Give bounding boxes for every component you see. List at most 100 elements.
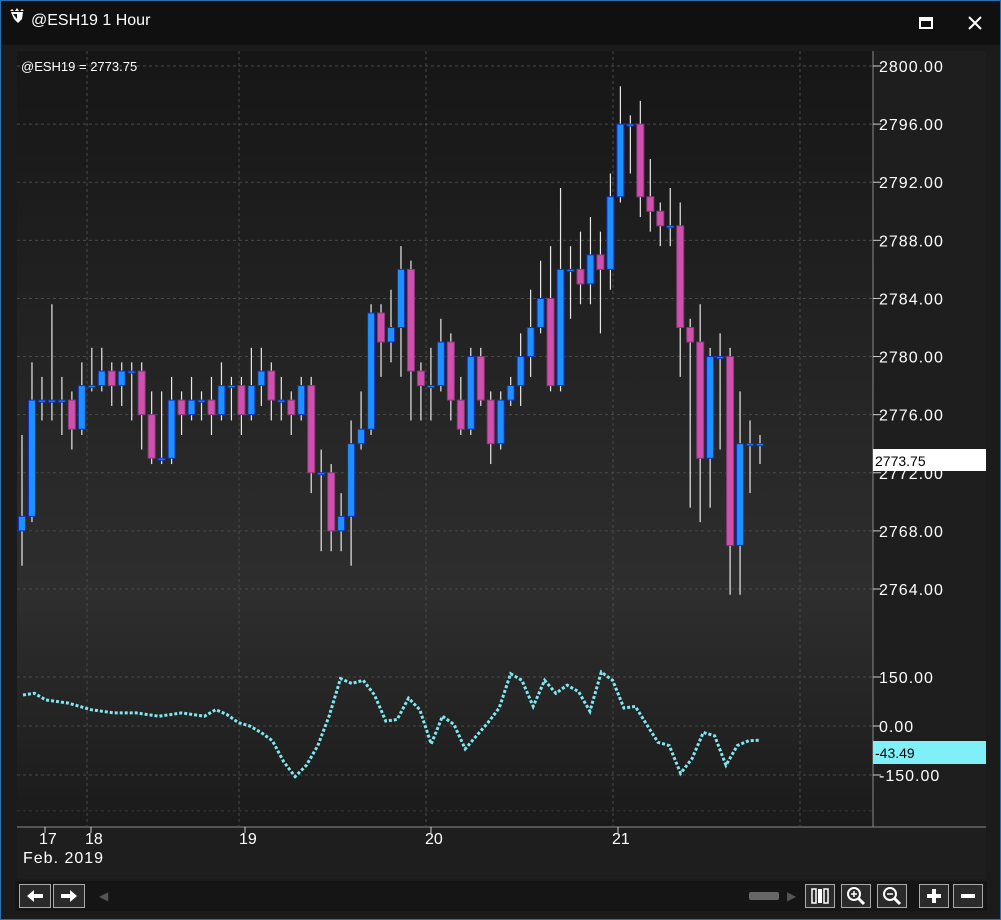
candle-body-down bbox=[546, 297, 555, 387]
candle-body-up bbox=[526, 327, 535, 358]
candle-body-down bbox=[406, 268, 415, 372]
candle-body-up bbox=[57, 399, 66, 403]
candle bbox=[496, 391, 505, 450]
fit-bars-icon bbox=[811, 888, 829, 904]
candle-body-up bbox=[736, 443, 745, 546]
title-bar[interactable]: @ESH19 1 Hour bbox=[1, 1, 1000, 45]
candle-body-up bbox=[27, 399, 36, 517]
candle-body-down bbox=[327, 472, 336, 532]
candle-body-up bbox=[536, 297, 545, 328]
candle-body-up bbox=[297, 385, 306, 416]
minus-icon bbox=[961, 894, 975, 898]
indicator-tick-label: 0.00 bbox=[879, 719, 914, 736]
candle-body-up bbox=[187, 399, 196, 416]
zoom-in-button[interactable] bbox=[841, 884, 871, 908]
candle-body-up bbox=[616, 123, 625, 198]
arrow-left-icon bbox=[27, 890, 43, 902]
candle-body-up bbox=[367, 312, 376, 430]
x-sublabel: Feb. 2019 bbox=[23, 850, 104, 867]
candle-body-down bbox=[646, 196, 655, 212]
last-price-value: 2773.75 bbox=[875, 453, 926, 469]
candle-body-down bbox=[676, 225, 685, 328]
y-tick-label: 2792.00 bbox=[879, 175, 944, 192]
candle-body-down bbox=[456, 399, 465, 430]
chart-area[interactable]: 2800.00 2796.00 2792.00 2788.00 2784.00 2780.… bbox=[17, 51, 986, 879]
candle-body-up bbox=[606, 196, 615, 270]
y-tick-label: 2788.00 bbox=[879, 233, 944, 250]
chart-canvas[interactable]: 2800.00 2796.00 2792.00 2788.00 2784.00 2780.… bbox=[17, 51, 986, 879]
candle-body-down bbox=[476, 356, 485, 401]
candle-body-up bbox=[347, 443, 356, 517]
candle-body-down bbox=[377, 312, 386, 343]
candle-body-up bbox=[556, 268, 565, 387]
candle-body-down bbox=[267, 370, 276, 401]
scrollbar-thumb[interactable] bbox=[749, 892, 779, 900]
scroll-left-arrow-icon[interactable]: ◀ bbox=[99, 889, 108, 903]
scroll-back-button[interactable] bbox=[19, 884, 51, 908]
candle-body-down bbox=[686, 327, 695, 343]
x-tick-label: 20 bbox=[425, 831, 443, 848]
candle-body-down bbox=[656, 210, 665, 227]
candle-body-up bbox=[18, 515, 26, 532]
candle-body-down bbox=[726, 356, 735, 546]
zoom-out-button[interactable] bbox=[877, 884, 907, 908]
candle-body-up bbox=[37, 399, 46, 403]
scroll-forward-button[interactable] bbox=[53, 884, 85, 908]
candle-body-down bbox=[137, 370, 146, 416]
candle-body-up bbox=[127, 370, 136, 374]
candle-body-up bbox=[586, 254, 595, 285]
candle bbox=[466, 347, 475, 436]
chart-window: @ESH19 1 Hour 2800.00 2796.00 2792.00 27… bbox=[0, 0, 1001, 920]
axis-background bbox=[873, 51, 986, 827]
y-tick-label: 2784.00 bbox=[879, 291, 944, 308]
indicator-value-marker: -43.49 bbox=[873, 741, 986, 764]
candle-body-up bbox=[716, 356, 725, 360]
add-bars-button[interactable] bbox=[919, 884, 949, 908]
close-icon bbox=[968, 16, 982, 30]
candle-body-up bbox=[197, 399, 206, 403]
y-tick-label: 2796.00 bbox=[879, 117, 944, 134]
candle-body-down bbox=[67, 399, 76, 430]
x-axis-labels: 17 18 19 20 21 bbox=[39, 827, 630, 848]
y-tick-label: 2764.00 bbox=[879, 582, 944, 599]
y-tick-label: 2768.00 bbox=[879, 524, 944, 541]
x-tick-label: 19 bbox=[239, 831, 257, 848]
x-tick-label: 21 bbox=[612, 831, 630, 848]
candle-body-up bbox=[566, 268, 575, 272]
horizontal-scrollbar[interactable]: ◀ ▶ bbox=[99, 889, 799, 903]
fit-bars-button[interactable] bbox=[805, 884, 835, 908]
candle-body-up bbox=[257, 370, 266, 387]
candle-body-up bbox=[396, 268, 405, 328]
candle-body-up bbox=[87, 385, 96, 389]
candle-body-up bbox=[746, 443, 755, 447]
candle-body-down bbox=[596, 254, 605, 270]
candle-body-down bbox=[307, 385, 316, 474]
maximize-button[interactable] bbox=[909, 7, 943, 39]
candle-body-up bbox=[47, 399, 56, 403]
candle-body-up bbox=[506, 385, 515, 401]
bottom-toolbar: ◀ ▶ bbox=[15, 881, 987, 911]
zoom-in-icon bbox=[847, 887, 866, 906]
y-tick-label: 2800.00 bbox=[879, 59, 944, 76]
candle-body-up bbox=[227, 385, 236, 389]
scroll-right-arrow-icon[interactable]: ▶ bbox=[787, 889, 796, 903]
indicator-tick-label: -150.00 bbox=[879, 768, 940, 785]
candle-body-down bbox=[446, 341, 455, 401]
indicator-last-value: -43.49 bbox=[875, 745, 915, 761]
y-tick-label: 2776.00 bbox=[879, 408, 944, 425]
candle-body-down bbox=[147, 414, 156, 459]
symbol-price-label: @ESH19 = 2773.75 bbox=[21, 59, 137, 74]
candle-body-down bbox=[696, 341, 705, 459]
close-button[interactable] bbox=[958, 7, 992, 39]
candle-body-up bbox=[496, 399, 505, 445]
candle-body-up bbox=[157, 457, 166, 461]
candle-body-up bbox=[167, 399, 176, 459]
x-tick-label: 17 bbox=[39, 831, 57, 848]
candle bbox=[367, 304, 376, 436]
candle-body-up bbox=[436, 341, 445, 387]
candle-body-up bbox=[756, 443, 764, 447]
remove-bars-button[interactable] bbox=[953, 884, 983, 908]
candle-body-down bbox=[107, 370, 116, 387]
window-title: @ESH19 1 Hour bbox=[31, 12, 151, 29]
candle-body-down bbox=[207, 399, 216, 416]
